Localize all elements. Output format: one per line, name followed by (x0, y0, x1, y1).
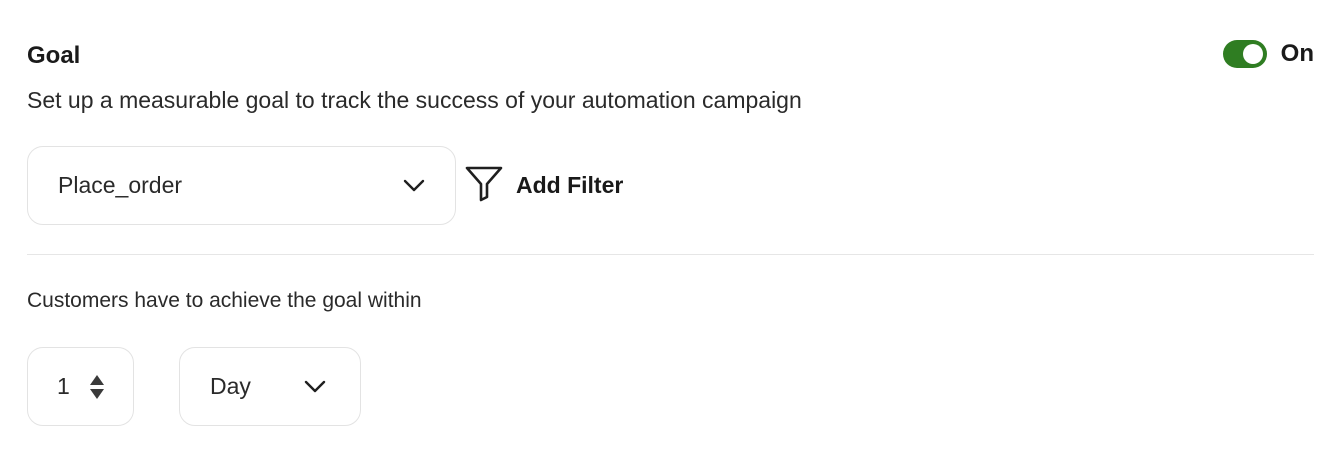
timeframe-amount-value: 1 (57, 373, 70, 399)
goal-event-value: Place_order (58, 172, 183, 198)
goal-toggle-group: On (1222, 40, 1314, 68)
stepper-icon[interactable] (89, 374, 105, 400)
goal-toggle-label: On (1280, 40, 1314, 67)
goal-description: Set up a measurable goal to track the su… (27, 87, 802, 113)
timeframe-unit-value: Day (210, 373, 251, 399)
timeframe-label: Customers have to achieve the goal withi… (27, 289, 422, 312)
goal-title: Goal (27, 42, 81, 69)
section-divider (27, 254, 1314, 255)
timeframe-unit-select[interactable]: Day (179, 347, 361, 426)
toggle-knob (1242, 44, 1263, 64)
add-filter-label: Add Filter (516, 172, 624, 198)
goal-event-select[interactable]: Place_order (27, 146, 456, 225)
chevron-down-icon (304, 380, 326, 394)
goal-toggle[interactable] (1222, 40, 1267, 68)
add-filter-button[interactable]: Add Filter (464, 164, 623, 207)
timeframe-amount-input[interactable]: 1 (27, 347, 134, 426)
goal-settings-panel: Goal On Set up a measurable goal to trac… (0, 0, 1342, 460)
filter-icon (464, 164, 504, 207)
chevron-down-icon (403, 179, 425, 193)
